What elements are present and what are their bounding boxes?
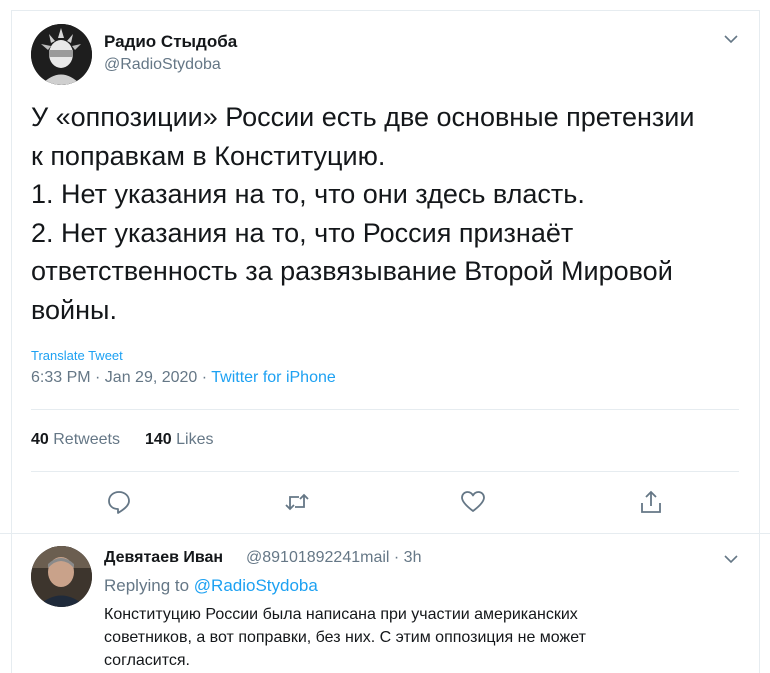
tweet-text-line: 2. Нет указания на то, что Россия призна… (31, 217, 574, 248)
reply-text: Конституцию России была написана при уча… (104, 603, 704, 672)
reply-text-line: согласится. (104, 652, 190, 669)
share-icon[interactable] (638, 489, 664, 515)
divider (0, 533, 770, 534)
tweet-text-line: У «оппозиции» России есть две основные п… (31, 102, 695, 132)
tweet-text-line: к поправкам в Конституцию. (31, 140, 386, 171)
author-avatar[interactable] (31, 24, 92, 85)
reply-author-handle[interactable]: @89101892241mail · 3h (246, 549, 421, 567)
tweet-meta: 6:33 PM · Jan 29, 2020 · Twitter for iPh… (31, 369, 336, 387)
likes-count: 140 (144, 431, 172, 448)
author-handle[interactable]: @RadioStydoba (104, 56, 221, 74)
tweet-text-line: 1. Нет указания на то, что они здесь вла… (31, 179, 585, 209)
divider (31, 409, 739, 410)
divider (31, 471, 739, 472)
tweet-stats: 40 Retweets 140 Likes (31, 431, 213, 449)
chevron-down-icon[interactable] (722, 550, 740, 568)
likes-stat[interactable]: 140 Likes (145, 431, 214, 448)
tweet-text-line: ответственность за развязывание Второй М… (31, 256, 673, 286)
retweets-stat[interactable]: 40 Retweets (31, 431, 120, 448)
replying-to: Replying to @RadioStydoba (104, 576, 318, 596)
reply-text-line: Конституцию России была написана при уча… (104, 606, 578, 623)
chevron-down-icon[interactable] (722, 30, 740, 48)
tweet-text-line: войны. (31, 294, 117, 325)
tweet-timestamp[interactable]: 6:33 PM · Jan 29, 2020 · (31, 369, 211, 386)
tweet-text: У «оппозиции» России есть две основные п… (31, 98, 751, 329)
retweet-icon[interactable] (284, 489, 310, 515)
replying-to-prefix: Replying to (104, 576, 194, 595)
translate-tweet-link[interactable]: Translate Tweet (31, 348, 123, 363)
reply-author-avatar[interactable] (31, 546, 92, 607)
tweet-source-link[interactable]: Twitter for iPhone (211, 369, 336, 386)
retweets-count: 40 (31, 431, 49, 448)
reply-text-line: советников, а вот поправки, без них. С э… (104, 629, 586, 646)
reply-icon[interactable] (106, 489, 132, 515)
likes-label: Likes (176, 431, 214, 448)
replying-to-link[interactable]: @RadioStydoba (194, 576, 318, 595)
author-name[interactable]: Радио Стыдоба (104, 32, 237, 52)
like-icon[interactable] (460, 489, 486, 515)
retweets-label: Retweets (53, 431, 120, 448)
reply-author-name[interactable]: Девятаев Иван (104, 549, 223, 567)
